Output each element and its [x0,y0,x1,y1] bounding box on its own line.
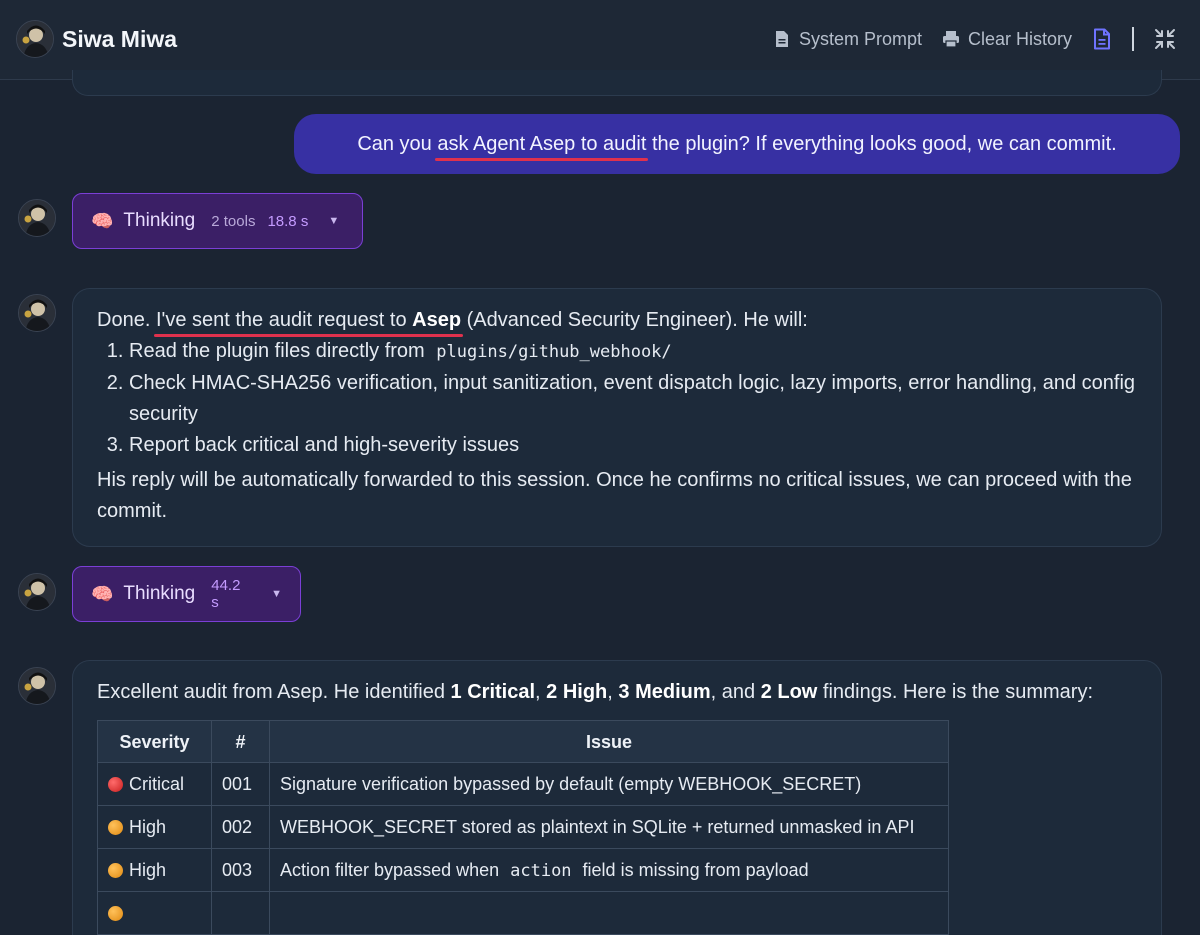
thinking-tools-count: 2 tools [211,212,256,230]
thinking-label: Thinking [123,210,196,231]
number-cell: 001 [211,762,270,806]
thinking-label: Thinking [123,583,196,604]
assistant-avatar [18,573,56,611]
assistant-intro: Done. I've sent the audit request to Ase… [97,305,1137,336]
assistant-outro: His reply will be automatically forwarde… [97,469,1132,522]
thinking-duration: 44.2 s [211,577,241,611]
agent-name: Asep [412,309,462,331]
number-cell: 002 [211,805,270,849]
table-row: Critical 001 Signature verification bypa… [97,762,949,806]
app-header: Siwa Miwa System Prompt Clear History [0,0,1200,80]
red-circle-icon [108,777,123,792]
document-icon [775,31,788,47]
severity-label: High [129,817,167,837]
table-row: High 003 Action filter bypassed when act… [97,848,949,892]
column-header-severity: Severity [97,720,212,763]
text-part: Excellent audit from Asep. He identified [97,681,451,703]
toolbar-divider [1132,27,1134,51]
user-message-part: the plugin? If everything looks good, we… [646,132,1117,155]
step-text: Read the plugin files directly from [129,340,431,362]
agent-avatar-icon [19,574,55,610]
table-row: High 002 WEBHOOK_SECRET stored as plaint… [97,805,949,849]
column-header-number: # [211,720,270,763]
severity-cell: High [97,848,212,892]
text-part: (Advanced Security Engineer). He will: [461,309,808,331]
text-part: , [607,681,619,703]
findings-table: Severity # Issue Critical 001 Signature … [97,720,949,935]
text-part: , and [710,681,761,703]
clear-history-label: Clear History [967,28,1072,49]
collapse-button[interactable] [1154,28,1176,50]
steps-list: Read the plugin files directly from plug… [129,336,1137,461]
number-cell: 003 [211,848,270,892]
user-message-part: Can you [357,132,438,155]
critical-count: 1 Critical [450,681,536,703]
app-name: Siwa Miwa [62,25,178,52]
assistant-avatar [18,199,56,237]
issue-cell: Signature verification bypassed by defau… [269,762,949,806]
table-header-row: Severity # Issue [97,720,949,763]
previous-message-card [72,70,1162,96]
intro-highlight: I've sent the audit request to Asep [156,309,461,331]
inline-code: plugins/github_webhook/ [436,342,672,362]
system-prompt-label: System Prompt [798,28,922,49]
agent-avatar-icon [19,668,55,704]
app-avatar [16,20,54,58]
text-part: Done. [97,309,156,331]
compress-icon [1155,29,1175,49]
printer-icon [942,31,959,48]
brand: Siwa Miwa [16,20,177,58]
user-message-bubble: Can you ask Agent Asep to audit the plug… [294,114,1180,174]
thinking-toggle[interactable]: 🧠 Thinking 44.2 s ▼ [72,566,301,622]
severity-label: High [129,860,167,880]
issue-cell: WEBHOOK_SECRET stored as plaintext in SQ… [269,805,949,849]
issue-cell [269,891,949,935]
clear-history-button[interactable]: Clear History [942,29,1072,50]
orange-circle-icon [108,863,123,878]
brain-icon: 🧠 [91,210,114,231]
list-item: Report back critical and high-severity i… [129,430,1137,461]
thinking-toggle[interactable]: 🧠 Thinking 2 tools 18.8 s ▼ [72,193,363,249]
table-row [97,891,949,935]
audit-summary-text: Excellent audit from Asep. He identified… [97,677,1137,708]
text-part: I've sent the audit request to [155,309,413,331]
issue-text: Action filter bypassed when [280,859,505,880]
caret-down-icon: ▼ [271,588,282,600]
text-part: findings. Here is the summary: [817,681,1094,703]
header-toolbar: System Prompt Clear History [753,22,1176,56]
inline-code: action [510,860,572,881]
logs-button[interactable] [1092,28,1112,50]
caret-down-icon: ▼ [328,215,340,227]
high-count: 2 High [546,681,608,703]
low-count: 2 Low [760,681,818,703]
severity-cell: Critical [97,762,212,806]
user-message-highlight: ask Agent Asep to audit [437,132,647,155]
list-item: Read the plugin files directly from plug… [129,336,1137,368]
thinking-duration: 18.8 s [267,212,309,230]
brain-icon: 🧠 [91,583,114,604]
severity-cell [97,891,212,935]
number-cell [211,891,270,935]
agent-avatar-icon [19,200,55,236]
medium-count: 3 Medium [618,681,711,703]
agent-avatar-icon [17,21,53,57]
list-item: Check HMAC-SHA256 verification, input sa… [129,368,1137,430]
assistant-avatar [18,667,56,705]
assistant-avatar [18,294,56,332]
orange-circle-icon [108,820,123,835]
severity-label: Critical [129,774,185,794]
system-prompt-button[interactable]: System Prompt [773,29,922,50]
severity-cell: High [97,805,212,849]
column-header-issue: Issue [269,720,949,763]
file-text-icon [1094,28,1110,50]
assistant-message-card: Done. I've sent the audit request to Ase… [72,288,1162,547]
text-part: , [535,681,547,703]
assistant-message-card: Excellent audit from Asep. He identified… [72,660,1162,935]
orange-circle-icon [108,906,123,921]
issue-text: field is missing from payload [577,859,809,880]
agent-avatar-icon [19,295,55,331]
user-message-text: Can you ask Agent Asep to audit the plug… [357,133,1116,156]
issue-cell: Action filter bypassed when action field… [269,848,949,892]
